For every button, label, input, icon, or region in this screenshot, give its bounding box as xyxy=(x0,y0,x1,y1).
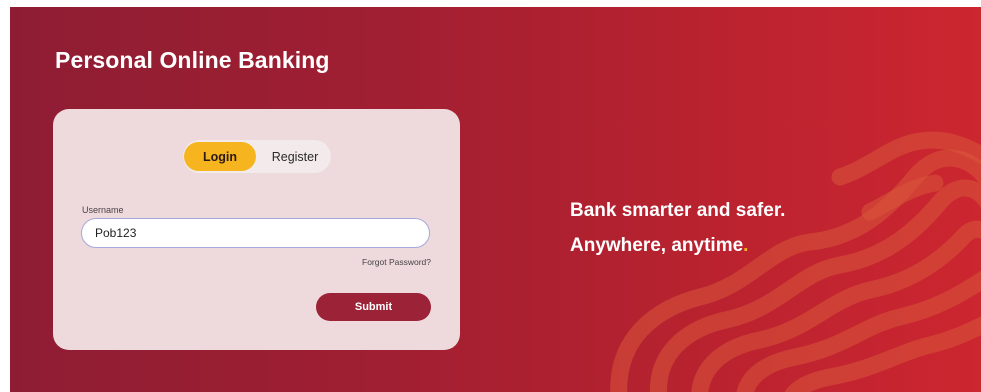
auth-tab-toggle: Login Register xyxy=(183,140,331,173)
tagline-line-1: Bank smarter and safer. xyxy=(570,200,786,221)
submit-button[interactable]: Submit xyxy=(316,293,431,321)
tagline-line-2: Anywhere, anytime. xyxy=(570,228,785,263)
forgot-password-link[interactable]: Forgot Password? xyxy=(362,257,431,267)
tagline: Bank smarter and safer. Anywhere, anytim… xyxy=(570,193,785,263)
username-label: Username xyxy=(82,205,124,215)
tagline-line-2-text: Anywhere, anytime xyxy=(570,235,744,256)
page: Personal Online Banking Login Register U… xyxy=(0,0,981,392)
tab-register[interactable]: Register xyxy=(265,142,325,171)
login-card: Login Register Username Forgot Password?… xyxy=(53,109,460,350)
tagline-accent-dot: . xyxy=(743,235,749,256)
tab-login[interactable]: Login xyxy=(184,142,256,171)
username-input[interactable] xyxy=(81,218,430,248)
hero-banner: Personal Online Banking Login Register U… xyxy=(10,7,981,392)
page-title: Personal Online Banking xyxy=(55,47,330,73)
